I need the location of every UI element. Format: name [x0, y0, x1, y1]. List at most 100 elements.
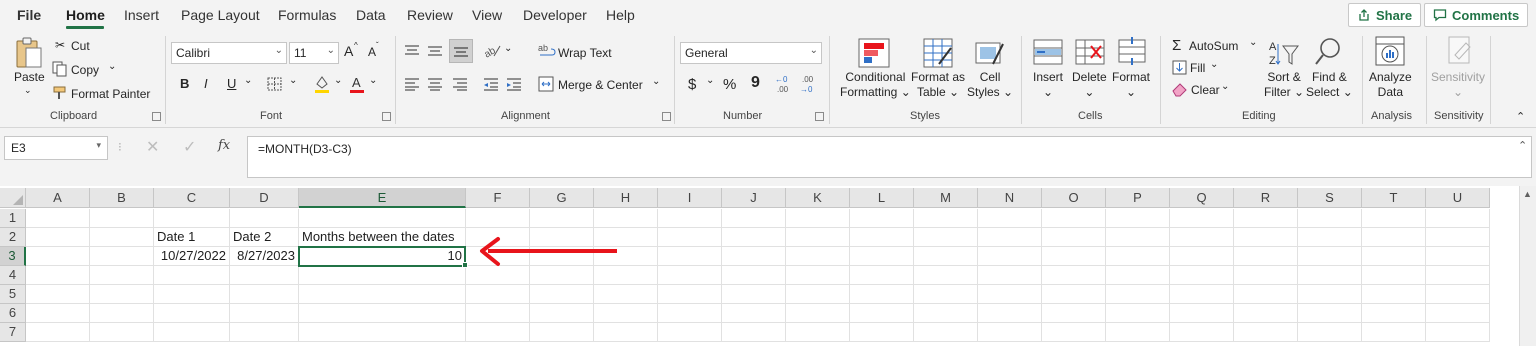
cell-r2[interactable] — [1234, 228, 1298, 247]
cell-r4[interactable] — [1234, 266, 1298, 285]
cell-d3[interactable]: 8/27/2023 — [230, 247, 299, 266]
cell-q3[interactable] — [1170, 247, 1234, 266]
tab-review[interactable]: Review — [407, 7, 453, 23]
cell-a4[interactable] — [26, 266, 90, 285]
cell-d5[interactable] — [230, 285, 299, 304]
cell-g6[interactable] — [530, 304, 594, 323]
column-header-g[interactable]: G — [530, 188, 594, 208]
cell-s2[interactable] — [1298, 228, 1362, 247]
comments-button[interactable]: Comments — [1424, 3, 1529, 27]
cell-j3[interactable] — [722, 247, 786, 266]
column-header-b[interactable]: B — [90, 188, 154, 208]
borders-icon[interactable] — [267, 77, 283, 91]
share-button[interactable]: Share — [1348, 3, 1422, 27]
tab-insert[interactable]: Insert — [124, 7, 159, 23]
orientation-icon[interactable]: ab — [482, 42, 502, 58]
format-painter-button[interactable]: Format Painter — [71, 87, 150, 101]
cell-styles-button[interactable]: Cell Styles ⌄ — [967, 70, 1013, 100]
orientation-dropdown-icon[interactable]: ⌄ — [504, 43, 512, 54]
cell-o6[interactable] — [1042, 304, 1106, 323]
decrease-indent-icon[interactable] — [483, 77, 499, 91]
column-header-h[interactable]: H — [594, 188, 658, 208]
cell-s4[interactable] — [1298, 266, 1362, 285]
number-format-select[interactable]: General ⌄ — [680, 42, 822, 64]
cell-l5[interactable] — [850, 285, 914, 304]
cell-l6[interactable] — [850, 304, 914, 323]
vertical-scrollbar[interactable]: ▲ — [1519, 186, 1536, 346]
cell-e7[interactable] — [299, 323, 466, 342]
align-bottom-button[interactable] — [449, 39, 473, 63]
cell-k1[interactable] — [786, 209, 850, 228]
cell-c6[interactable] — [154, 304, 230, 323]
scroll-up-icon[interactable]: ▲ — [1523, 189, 1532, 199]
cell-j5[interactable] — [722, 285, 786, 304]
cell-n7[interactable] — [978, 323, 1042, 342]
cell-s6[interactable] — [1298, 304, 1362, 323]
cell-j7[interactable] — [722, 323, 786, 342]
collapse-ribbon-icon[interactable]: ⌃ — [1516, 110, 1525, 123]
paste-button[interactable]: Paste — [14, 70, 45, 85]
column-header-r[interactable]: R — [1234, 188, 1298, 208]
cell-p6[interactable] — [1106, 304, 1170, 323]
cell-m1[interactable] — [914, 209, 978, 228]
align-top-icon[interactable] — [404, 44, 420, 58]
font-size-select[interactable]: 11 ⌄ — [289, 42, 339, 64]
format-cells-button[interactable]: Format ⌄ — [1112, 70, 1150, 100]
column-header-t[interactable]: T — [1362, 188, 1426, 208]
currency-button[interactable]: $ — [688, 76, 696, 93]
cell-n3[interactable] — [978, 247, 1042, 266]
cell-l7[interactable] — [850, 323, 914, 342]
cell-f5[interactable] — [466, 285, 530, 304]
cut-button[interactable]: Cut — [71, 39, 90, 53]
bold-button[interactable]: B — [180, 76, 189, 91]
cell-e1[interactable] — [299, 209, 466, 228]
increase-indent-icon[interactable] — [506, 77, 522, 91]
cell-d2[interactable]: Date 2 — [230, 228, 299, 247]
cancel-icon[interactable]: ✕ — [146, 137, 159, 157]
cell-c4[interactable] — [154, 266, 230, 285]
cell-o1[interactable] — [1042, 209, 1106, 228]
italic-button[interactable]: I — [204, 76, 208, 91]
cell-n6[interactable] — [978, 304, 1042, 323]
cell-o5[interactable] — [1042, 285, 1106, 304]
cell-p2[interactable] — [1106, 228, 1170, 247]
cell-d6[interactable] — [230, 304, 299, 323]
clear-dropdown-icon[interactable]: ⌄ — [1221, 81, 1229, 92]
currency-dropdown-icon[interactable]: ⌄ — [706, 75, 714, 86]
cell-l2[interactable] — [850, 228, 914, 247]
tab-help[interactable]: Help — [606, 7, 635, 23]
row-header-2[interactable]: 2 — [0, 228, 26, 247]
cell-a5[interactable] — [26, 285, 90, 304]
cell-e4[interactable] — [299, 266, 466, 285]
cell-o4[interactable] — [1042, 266, 1106, 285]
insert-function-button[interactable]: fx — [218, 138, 230, 153]
number-launcher-icon[interactable] — [815, 112, 824, 121]
cell-m4[interactable] — [914, 266, 978, 285]
cell-t7[interactable] — [1362, 323, 1426, 342]
cell-s1[interactable] — [1298, 209, 1362, 228]
cell-p5[interactable] — [1106, 285, 1170, 304]
tab-data[interactable]: Data — [356, 7, 386, 23]
cell-a3[interactable] — [26, 247, 90, 266]
insert-cells-button[interactable]: Insert ⌄ — [1033, 70, 1063, 100]
cell-o3[interactable] — [1042, 247, 1106, 266]
cell-p3[interactable] — [1106, 247, 1170, 266]
cell-d4[interactable] — [230, 266, 299, 285]
row-header-7[interactable]: 7 — [0, 323, 26, 342]
analyze-data-button[interactable]: Analyze Data — [1369, 70, 1412, 100]
column-header-o[interactable]: O — [1042, 188, 1106, 208]
paste-dropdown-icon[interactable]: ⌄ — [24, 85, 32, 96]
column-header-e[interactable]: E — [299, 188, 466, 208]
cell-c3[interactable]: 10/27/2022 — [154, 247, 230, 266]
shrink-font-button[interactable]: A — [368, 45, 376, 59]
cell-j4[interactable] — [722, 266, 786, 285]
cell-c5[interactable] — [154, 285, 230, 304]
cell-k6[interactable] — [786, 304, 850, 323]
cell-q4[interactable] — [1170, 266, 1234, 285]
column-header-a[interactable]: A — [26, 188, 90, 208]
row-header-6[interactable]: 6 — [0, 304, 26, 323]
cell-s7[interactable] — [1298, 323, 1362, 342]
cell-b6[interactable] — [90, 304, 154, 323]
cell-b5[interactable] — [90, 285, 154, 304]
font-color-icon[interactable]: A — [349, 74, 365, 94]
